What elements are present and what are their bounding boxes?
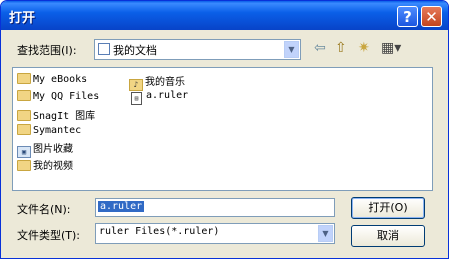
list-item[interactable]: ▣ 图片收藏 xyxy=(17,140,73,158)
list-item[interactable]: SnagIt 图库 xyxy=(17,107,95,122)
list-item[interactable]: ♪ 我的音乐 xyxy=(129,73,185,91)
folder-icon xyxy=(17,110,31,121)
filetype-dropdown[interactable]: ruler Files(*.ruler) ▼ xyxy=(95,223,335,244)
filename-value: a.ruler xyxy=(98,201,145,212)
filetype-value: ruler Files(*.ruler) xyxy=(99,226,220,237)
help-button[interactable]: ? xyxy=(397,6,418,27)
folder-icon xyxy=(17,90,31,101)
lookin-dropdown[interactable]: 我的文档 ▼ xyxy=(94,39,301,60)
views-menu-icon[interactable]: ▦▾ xyxy=(381,40,401,56)
back-icon[interactable]: ⇦ xyxy=(314,40,326,56)
open-button-label: 打开(O) xyxy=(368,201,408,214)
open-button[interactable]: 打开(O) xyxy=(351,197,425,219)
lookin-value: 我的文档 xyxy=(113,44,157,57)
help-icon: ? xyxy=(403,8,412,26)
folder-icon xyxy=(17,160,31,171)
window-title: 打开 xyxy=(9,11,36,26)
up-folder-icon[interactable]: ⇧ xyxy=(335,40,347,56)
file-list[interactable]: My eBooks My QQ Files SnagIt 图库 Symantec… xyxy=(12,67,433,191)
filename-field[interactable]: a.ruler xyxy=(95,198,335,217)
list-item[interactable]: 我的视频 xyxy=(17,157,73,172)
folder-icon xyxy=(17,73,31,84)
filetype-label: 文件类型(T): xyxy=(17,229,81,242)
lookin-label: 查找范围(I): xyxy=(17,44,77,57)
file-icon: ▤ xyxy=(131,92,142,105)
list-item[interactable]: Symantec xyxy=(17,124,81,136)
title-bar[interactable]: 打开 ? ✕ xyxy=(1,1,448,30)
close-icon: ✕ xyxy=(425,8,438,26)
folder-icon xyxy=(17,124,31,135)
open-dialog: 打开 ? ✕ 查找范围(I): 我的文档 ▼ ⇦ ⇧ ✷ ▦▾ My eBook… xyxy=(0,0,449,259)
cancel-button[interactable]: 取消 xyxy=(351,225,425,247)
list-item[interactable]: My eBooks xyxy=(17,73,87,85)
cancel-button-label: 取消 xyxy=(377,229,399,242)
filename-label: 文件名(N): xyxy=(17,203,71,216)
close-button[interactable]: ✕ xyxy=(421,6,442,27)
new-folder-icon[interactable]: ✷ xyxy=(358,40,370,56)
list-item[interactable]: My QQ Files xyxy=(17,90,99,102)
chevron-down-icon[interactable]: ▼ xyxy=(284,41,299,58)
documents-icon xyxy=(98,43,110,55)
chevron-down-icon[interactable]: ▼ xyxy=(318,225,333,242)
list-item[interactable]: ▤ a.ruler xyxy=(131,90,188,105)
